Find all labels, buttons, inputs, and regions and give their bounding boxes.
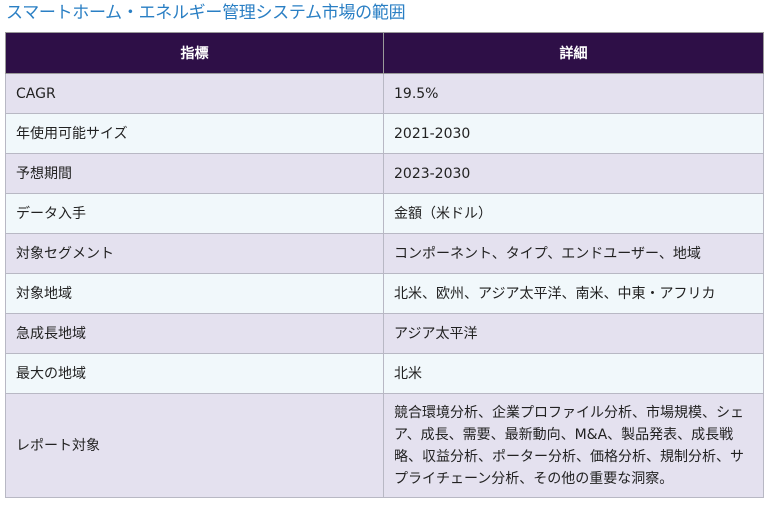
table-row: 予想期間 2023-2030 xyxy=(5,153,764,194)
row-metric-fastest: 急成長地域 xyxy=(5,313,384,354)
row-metric-segments: 対象セグメント xyxy=(5,233,384,274)
table-row: 急成長地域 アジア太平洋 xyxy=(5,313,764,354)
row-detail-data: 金額（米ドル） xyxy=(383,193,764,234)
row-metric-data: データ入手 xyxy=(5,193,384,234)
table-row: 対象セグメント コンポーネント、タイプ、エンドユーザー、地域 xyxy=(5,233,764,274)
row-detail-coverage: 競合環境分析、企業プロファイル分析、市場規模、シェア、成長、需要、最新動向、M&… xyxy=(383,393,764,498)
row-detail-fastest: アジア太平洋 xyxy=(383,313,764,354)
page-title: スマートホーム・エネルギー管理システム市場の範囲 xyxy=(6,3,406,23)
row-metric-regions: 対象地域 xyxy=(5,273,384,314)
row-detail-largest: 北米 xyxy=(383,353,764,394)
table-row: CAGR 19.5% xyxy=(5,73,764,114)
row-detail-forecast: 2023-2030 xyxy=(383,153,764,194)
row-metric-cagr: CAGR xyxy=(5,73,384,114)
row-metric-forecast: 予想期間 xyxy=(5,153,384,194)
table-header-row: 指標 詳細 xyxy=(5,32,764,74)
table-row: 年使用可能サイズ 2021-2030 xyxy=(5,113,764,154)
row-metric-largest: 最大の地域 xyxy=(5,353,384,394)
row-metric-years: 年使用可能サイズ xyxy=(5,113,384,154)
row-metric-coverage: レポート対象 xyxy=(5,393,384,498)
table-row: レポート対象 競合環境分析、企業プロファイル分析、市場規模、シェア、成長、需要、… xyxy=(5,393,764,498)
row-detail-segments: コンポーネント、タイプ、エンドユーザー、地域 xyxy=(383,233,764,274)
table-row: データ入手 金額（米ドル） xyxy=(5,193,764,234)
header-metric: 指標 xyxy=(5,32,384,74)
row-detail-regions: 北米、欧州、アジア太平洋、南米、中東・アフリカ xyxy=(383,273,764,314)
row-detail-cagr: 19.5% xyxy=(383,73,764,114)
row-detail-years: 2021-2030 xyxy=(383,113,764,154)
header-detail: 詳細 xyxy=(383,32,764,74)
market-scope-table: 指標 詳細 CAGR 19.5% 年使用可能サイズ 2021-2030 予想期間… xyxy=(5,32,764,498)
table-row: 対象地域 北米、欧州、アジア太平洋、南米、中東・アフリカ xyxy=(5,273,764,314)
table-row: 最大の地域 北米 xyxy=(5,353,764,394)
